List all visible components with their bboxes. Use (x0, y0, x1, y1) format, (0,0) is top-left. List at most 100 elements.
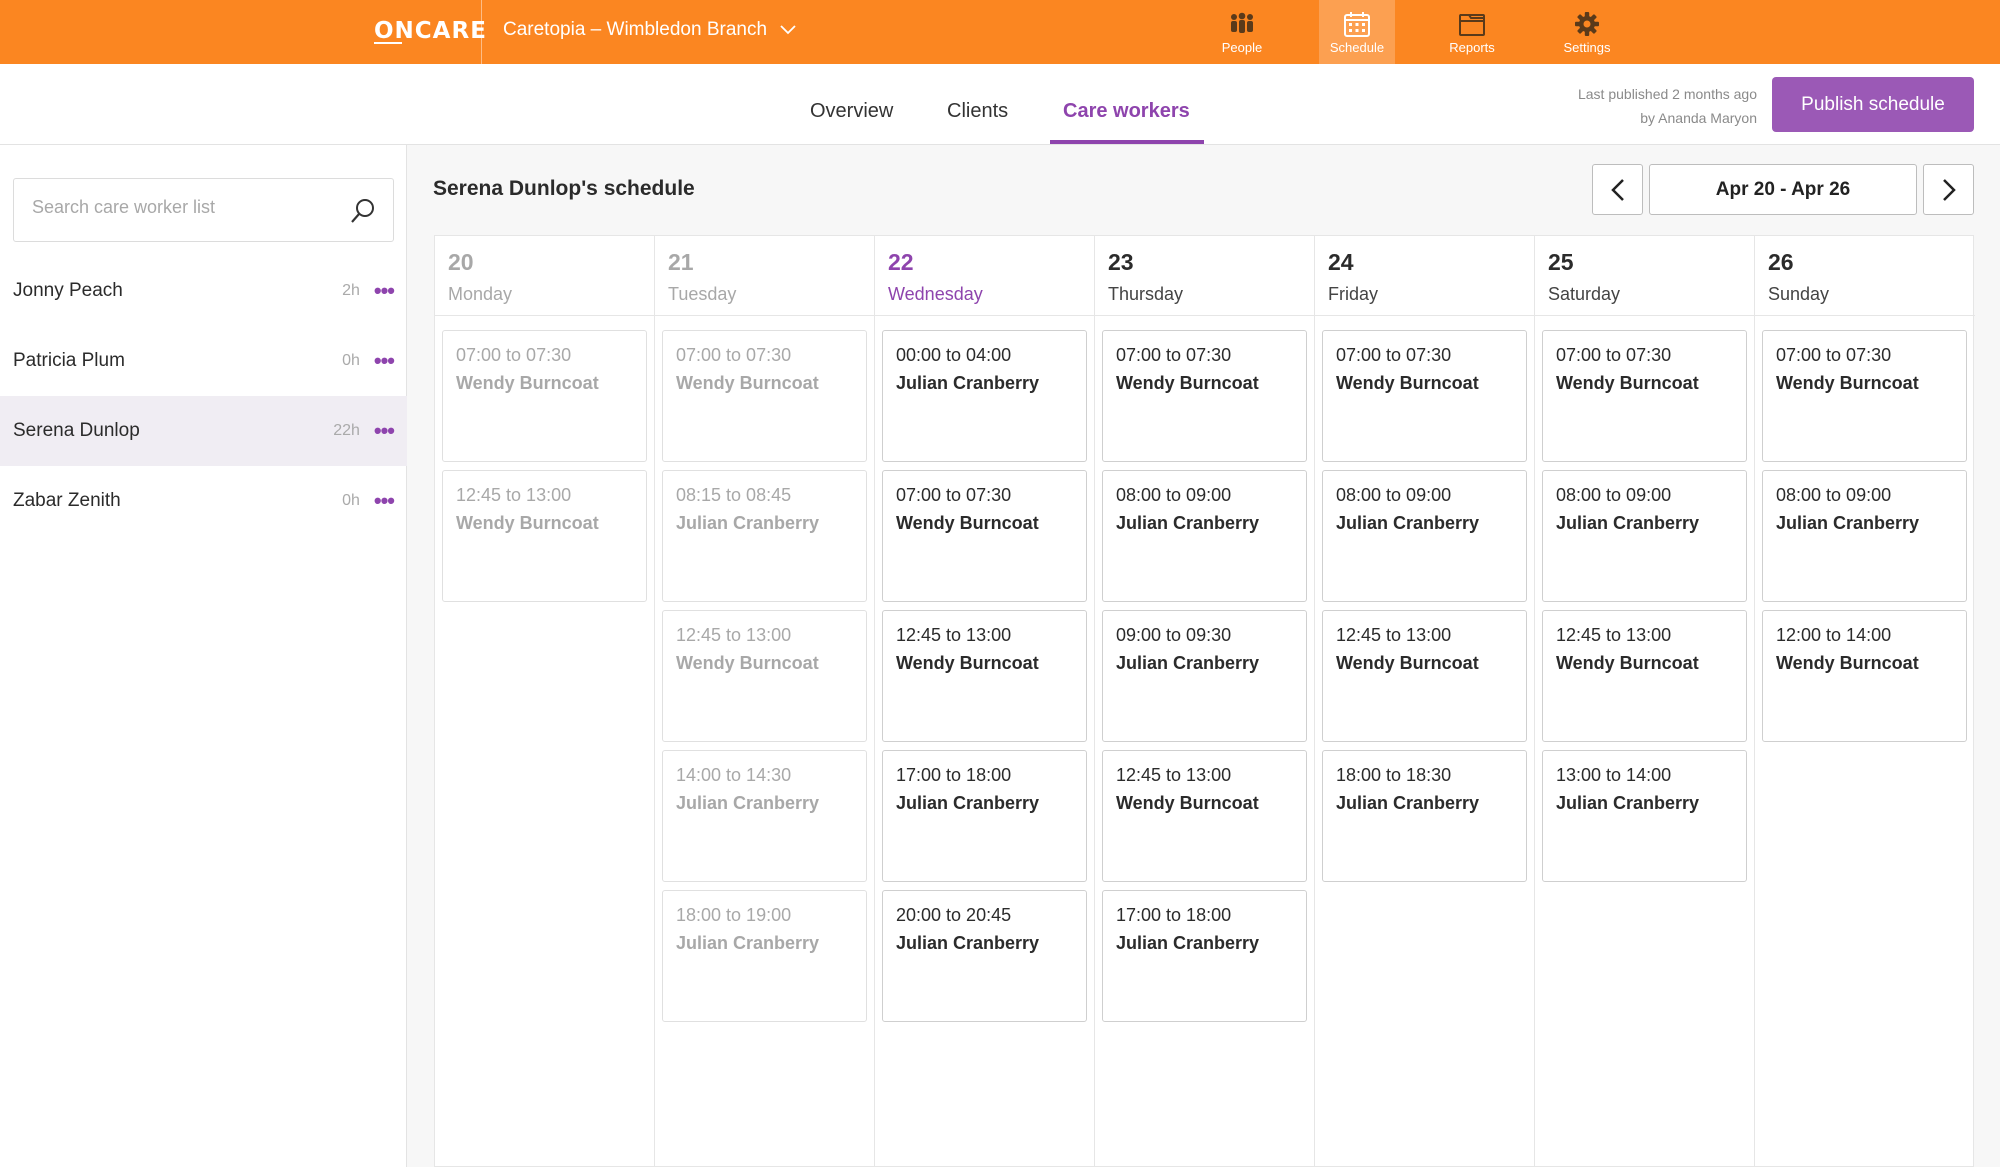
visit-card[interactable]: 07:00 to 07:30 Wendy Burncoat (1762, 330, 1967, 462)
day-number: 26 (1768, 249, 1794, 275)
people-icon (1231, 12, 1253, 33)
more-options-icon[interactable]: ••• (374, 488, 395, 514)
visit-card[interactable]: 09:00 to 09:30 Julian Cranberry (1102, 610, 1307, 742)
visit-time: 09:00 to 09:30 (1116, 625, 1232, 645)
visit-card[interactable]: 12:45 to 13:00 Wendy Burncoat (1322, 610, 1527, 742)
day-number: 22 (888, 249, 914, 275)
oncare-logo[interactable]: ONCARE (374, 18, 487, 44)
day-number: 24 (1328, 249, 1354, 275)
visit-card[interactable]: 18:00 to 18:30 Julian Cranberry (1322, 750, 1527, 882)
day-name: Tuesday (668, 284, 737, 304)
visit-time: 12:45 to 13:00 (1556, 625, 1672, 645)
visit-card[interactable]: 07:00 to 07:30 Wendy Burncoat (662, 330, 867, 462)
publish-info: Last published 2 months ago by Ananda Ma… (1578, 82, 1757, 130)
visit-card[interactable]: 12:45 to 13:00 Wendy Burncoat (442, 470, 647, 602)
publish-schedule-button[interactable]: Publish schedule (1772, 77, 1974, 132)
day-number: 25 (1548, 249, 1574, 275)
day-name: Monday (448, 284, 513, 304)
visit-card[interactable]: 17:00 to 18:00 Julian Cranberry (882, 750, 1087, 882)
prev-week-button[interactable] (1592, 164, 1643, 215)
visit-card[interactable]: 14:00 to 14:30 Julian Cranberry (662, 750, 867, 882)
visit-time: 12:45 to 13:00 (1116, 765, 1232, 785)
search-icon[interactable] (349, 197, 377, 225)
branch-name: Caretopia – Wimbledon Branch (503, 19, 768, 40)
day-header: 22 Wednesday (875, 236, 1094, 316)
visit-card[interactable]: 00:00 to 04:00 Julian Cranberry (882, 330, 1087, 462)
day-column: 25 Saturday 07:00 to 07:30 Wendy Burncoat 08… (1535, 236, 1755, 1167)
day-number: 23 (1108, 249, 1134, 275)
day-column: 23 Thursday 07:00 to 07:30 Wendy Burncoat 08… (1095, 236, 1315, 1167)
visit-card[interactable]: 07:00 to 07:30 Wendy Burncoat (882, 470, 1087, 602)
more-options-icon[interactable]: ••• (374, 418, 395, 444)
visit-client: Wendy Burncoat (896, 513, 1039, 533)
worker-hours: 2h (342, 282, 360, 299)
visit-card[interactable]: 08:00 to 09:00 Julian Cranberry (1322, 470, 1527, 602)
visit-time: 08:00 to 09:00 (1336, 485, 1452, 505)
tab-clients[interactable]: Clients (947, 100, 1008, 123)
date-range[interactable]: Apr 20 - Apr 26 (1649, 164, 1917, 215)
visit-client: Wendy Burncoat (1556, 653, 1699, 673)
more-options-icon[interactable]: ••• (374, 278, 395, 304)
day-column: 24 Friday 07:00 to 07:30 Wendy Burncoat 08:0… (1315, 236, 1535, 1167)
visit-time: 13:00 to 14:00 (1556, 765, 1672, 785)
day-header: 20 Monday (435, 236, 654, 316)
worker-row[interactable]: Patricia Plum 0h ••• (0, 326, 407, 396)
visit-card[interactable]: 12:45 to 13:00 Wendy Burncoat (662, 610, 867, 742)
visit-card[interactable]: 13:00 to 14:00 Julian Cranberry (1542, 750, 1747, 882)
visit-card[interactable]: 18:00 to 19:00 Julian Cranberry (662, 890, 867, 1022)
visit-card[interactable]: 07:00 to 07:30 Wendy Burncoat (1102, 330, 1307, 462)
search-input[interactable] (32, 197, 332, 218)
branch-selector[interactable]: Caretopia – Wimbledon Branch (503, 19, 797, 41)
visit-card[interactable]: 20:00 to 20:45 Julian Cranberry (882, 890, 1087, 1022)
visit-time: 07:00 to 07:30 (1336, 345, 1452, 365)
visit-card[interactable]: 17:00 to 18:00 Julian Cranberry (1102, 890, 1307, 1022)
visit-card[interactable]: 07:00 to 07:30 Wendy Burncoat (442, 330, 647, 462)
worker-name: Serena Dunlop (13, 420, 140, 441)
visit-card[interactable]: 07:00 to 07:30 Wendy Burncoat (1542, 330, 1747, 462)
more-options-icon[interactable]: ••• (374, 348, 395, 374)
visit-card[interactable]: 08:00 to 09:00 Julian Cranberry (1102, 470, 1307, 602)
tab-care-workers[interactable]: Care workers (1063, 100, 1190, 123)
visit-client: Wendy Burncoat (456, 513, 599, 533)
nav-reports[interactable]: Reports (1434, 0, 1510, 64)
day-number: 21 (668, 249, 694, 275)
next-week-button[interactable] (1923, 164, 1974, 215)
visit-time: 17:00 to 18:00 (896, 765, 1012, 785)
nav-settings[interactable]: Settings (1549, 0, 1625, 64)
nav-settings-label: Settings (1563, 40, 1611, 55)
nav-people[interactable]: People (1204, 0, 1280, 64)
visit-client: Wendy Burncoat (1336, 653, 1479, 673)
visit-client: Wendy Burncoat (1116, 793, 1259, 813)
day-header: 26 Sunday (1755, 236, 1975, 316)
visit-card[interactable]: 12:45 to 13:00 Wendy Burncoat (882, 610, 1087, 742)
visit-card[interactable]: 08:00 to 09:00 Julian Cranberry (1762, 470, 1967, 602)
visit-time: 07:00 to 07:30 (896, 485, 1012, 505)
nav-schedule[interactable]: Schedule (1319, 0, 1395, 64)
tab-overview[interactable]: Overview (810, 100, 893, 123)
chevron-down-icon (780, 25, 796, 35)
visit-card[interactable]: 08:15 to 08:45 Julian Cranberry (662, 470, 867, 602)
visit-client: Julian Cranberry (1776, 513, 1920, 533)
worker-row[interactable]: Serena Dunlop 22h ••• (0, 396, 407, 466)
day-name: Friday (1328, 284, 1379, 304)
visit-card[interactable]: 12:45 to 13:00 Wendy Burncoat (1542, 610, 1747, 742)
day-header: 21 Tuesday (655, 236, 874, 316)
visit-client: Wendy Burncoat (1776, 373, 1919, 393)
day-header: 25 Saturday (1535, 236, 1754, 316)
day-name: Wednesday (888, 284, 983, 304)
visit-time: 12:00 to 14:00 (1776, 625, 1892, 645)
visit-time: 12:45 to 13:00 (896, 625, 1012, 645)
worker-row[interactable]: Jonny Peach 2h ••• (0, 256, 407, 326)
visit-card[interactable]: 08:00 to 09:00 Julian Cranberry (1542, 470, 1747, 602)
visit-time: 08:00 to 09:00 (1556, 485, 1672, 505)
visit-card[interactable]: 12:45 to 13:00 Wendy Burncoat (1102, 750, 1307, 882)
visit-card[interactable]: 12:00 to 14:00 Wendy Burncoat (1762, 610, 1967, 742)
visit-client: Julian Cranberry (1336, 513, 1480, 533)
visit-time: 07:00 to 07:30 (456, 345, 572, 365)
visit-time: 12:45 to 13:00 (676, 625, 792, 645)
worker-row[interactable]: Zabar Zenith 0h ••• (0, 466, 407, 536)
visit-time: 07:00 to 07:30 (1116, 345, 1232, 365)
visit-card[interactable]: 07:00 to 07:30 Wendy Burncoat (1322, 330, 1527, 462)
topbar-divider (481, 0, 482, 64)
nav-people-label: People (1221, 40, 1263, 55)
